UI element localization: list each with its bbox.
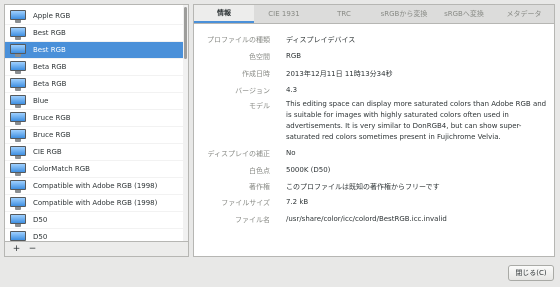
field-value: 4.3 — [286, 86, 298, 94]
field-value: ディスプレイデバイス — [286, 36, 356, 44]
monitor-icon — [10, 94, 26, 108]
profile-name: Compatible with Adobe RGB (1998) — [33, 182, 158, 190]
profile-name: D50 — [33, 216, 48, 224]
tab-5[interactable]: メタデータ — [494, 5, 554, 23]
tab-3[interactable]: sRGBから変換 — [374, 5, 434, 23]
profile-details-panel: 情報 CIE 1931 TRC sRGBから変換 sRGBへ変換 メタデータ プロファイル… — [193, 4, 555, 257]
field-label: 著作権 — [249, 183, 270, 191]
field-value: RGB — [286, 52, 302, 60]
profile-name: Beta RGB — [33, 63, 67, 71]
monitor-icon — [10, 60, 26, 74]
tab-1[interactable]: CIE 1931 — [254, 5, 314, 23]
monitor-icon — [10, 196, 26, 210]
field-label: モデル — [249, 102, 270, 110]
field-value: 7.2 kB — [286, 198, 309, 206]
field-value: No — [286, 149, 296, 157]
tab-bar: 情報 CIE 1931 TRC sRGBから変換 sRGBへ変換 メタデータ — [194, 5, 554, 24]
profile-name: CIE RGB — [33, 148, 62, 156]
field-label: 色空間 — [249, 53, 270, 61]
tab-2[interactable]: TRC — [314, 5, 374, 23]
profile-list-item[interactable]: CIE RGB — [5, 144, 185, 161]
profile-list-item[interactable]: Compatible with Adobe RGB (1998) — [5, 195, 185, 212]
profile-list-item[interactable]: Blue — [5, 93, 185, 110]
add-profile-button[interactable]: + — [10, 244, 23, 255]
tab-4[interactable]: sRGBへ変換 — [434, 5, 494, 23]
monitor-icon — [10, 128, 26, 142]
profile-list-item[interactable]: Beta RGB — [5, 76, 185, 93]
profile-name: Bruce RGB — [33, 114, 71, 122]
profile-name: Compatible with Adobe RGB (1998) — [33, 199, 158, 207]
profile-list-item[interactable]: Bruce RGB — [5, 110, 185, 127]
monitor-icon — [10, 111, 26, 125]
monitor-icon — [10, 213, 26, 227]
profile-name: ColorMatch RGB — [33, 165, 90, 173]
profile-list: Apple RGB Best RGB Best RGB Beta RGB Beta RG… — [4, 4, 189, 242]
profile-list-item[interactable]: Compatible with Adobe RGB (1998) — [5, 178, 185, 195]
profile-name: Beta RGB — [33, 80, 67, 88]
profile-list-item[interactable]: Best RGB — [5, 25, 185, 42]
field-label: ファイル名 — [235, 216, 270, 224]
profile-list-item[interactable]: Apple RGB — [5, 8, 185, 25]
monitor-icon — [10, 230, 26, 241]
field-label: バージョン — [235, 87, 270, 95]
profile-name: Bruce RGB — [33, 131, 71, 139]
field-label: ファイルサイズ — [221, 199, 270, 207]
profile-list-item[interactable]: Beta RGB — [5, 59, 185, 76]
monitor-icon — [10, 179, 26, 193]
tab-0[interactable]: 情報 — [194, 5, 254, 23]
field-value: 5000K (D50) — [286, 166, 331, 174]
scrollbar-thumb[interactable] — [184, 7, 187, 59]
field-label: プロファイルの種類 — [207, 36, 270, 44]
field-value: このプロファイルは既知の著作権からフリーです — [286, 183, 440, 191]
monitor-icon — [10, 9, 26, 23]
close-button[interactable]: 閉じる(C) — [508, 265, 554, 281]
list-toolbar: + − — [4, 242, 189, 257]
profile-name: Best RGB — [33, 46, 66, 54]
profile-name: Best RGB — [33, 29, 66, 37]
field-value: 2013年12月11日 11時13分34秒 — [286, 70, 393, 78]
monitor-icon — [10, 26, 26, 40]
monitor-icon — [10, 43, 26, 57]
profile-list-item[interactable]: Best RGB — [5, 42, 185, 59]
field-label: ディスプレイの補正 — [207, 150, 270, 158]
profile-list-item[interactable]: Bruce RGB — [5, 127, 185, 144]
profile-name: Apple RGB — [33, 12, 71, 20]
profile-list-item[interactable]: ColorMatch RGB — [5, 161, 185, 178]
field-value: /usr/share/color/icc/colord/BestRGB.icc.… — [286, 215, 447, 223]
remove-profile-button[interactable]: − — [26, 244, 39, 255]
field-label: 作成日時 — [242, 70, 270, 78]
monitor-icon — [10, 162, 26, 176]
monitor-icon — [10, 145, 26, 159]
field-value: This editing space can display more satu… — [286, 100, 547, 141]
profile-list-item[interactable]: D50 — [5, 212, 185, 229]
monitor-icon — [10, 77, 26, 91]
profile-name: D50 — [33, 233, 48, 241]
field-label: 白色点 — [249, 167, 270, 175]
profile-list-item[interactable]: D50 — [5, 229, 185, 241]
list-scrollbar[interactable] — [183, 5, 188, 241]
profile-name: Blue — [33, 97, 49, 105]
